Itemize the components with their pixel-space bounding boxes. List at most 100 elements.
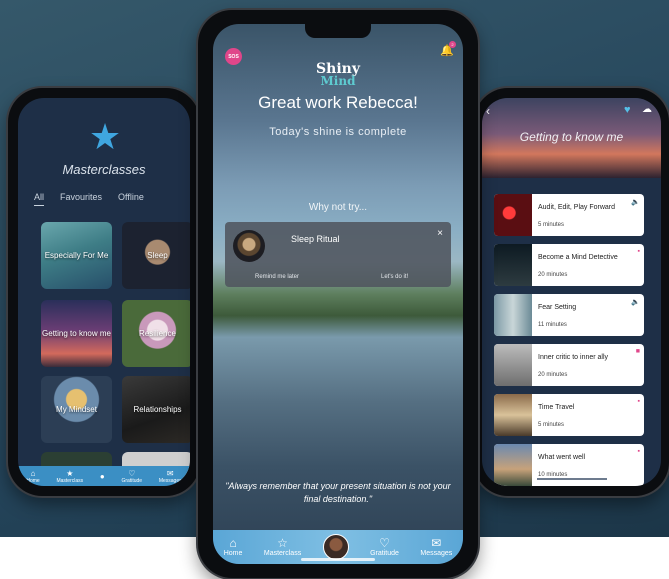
episode-thumbnail bbox=[494, 344, 532, 386]
close-icon[interactable]: × bbox=[437, 228, 443, 239]
document-icon: ▪ bbox=[637, 398, 640, 405]
filter-tabs: All Favourites Offline bbox=[34, 192, 184, 206]
nav-label: Masterclass bbox=[56, 477, 84, 484]
marketing-stage: ★ Masterclasses All Favourites Offline E… bbox=[0, 0, 669, 579]
card-title: Sleep Ritual bbox=[291, 234, 340, 244]
list-item[interactable]: Become a Mind Detective 20 minutes ▪ bbox=[494, 244, 644, 286]
home-screen: SOS 🔔 2 Shiny Mind Great work Rebecca! T… bbox=[213, 24, 463, 564]
remind-later-button[interactable]: Remind me later bbox=[255, 274, 299, 280]
episode-duration: 20 minutes bbox=[538, 272, 568, 278]
episode-title: Time Travel bbox=[538, 404, 575, 411]
episode-duration: 20 minutes bbox=[538, 372, 568, 378]
tile-label: Especially For Me bbox=[44, 251, 109, 260]
page-title: Getting to know me bbox=[519, 130, 624, 144]
card-thumbnail bbox=[233, 230, 265, 262]
episode-duration: 5 minutes bbox=[538, 222, 565, 228]
suggestion-card[interactable]: Sleep Ritual × Remind me later Let's do … bbox=[225, 222, 451, 287]
greeting-heading: Great work Rebecca! bbox=[258, 93, 418, 112]
avatar bbox=[322, 534, 349, 560]
list-item[interactable]: Fear Setting 11 minutes 🔈 bbox=[494, 294, 644, 336]
episode-title: Become a Mind Detective bbox=[538, 254, 618, 261]
heart-icon[interactable]: ♥ bbox=[624, 104, 631, 116]
episode-thumbnail bbox=[494, 444, 532, 486]
nav-home[interactable]: ⌂ Home bbox=[223, 536, 243, 558]
episode-thumbnail bbox=[494, 244, 532, 286]
nav-masterclass[interactable]: ☆ Masterclass bbox=[263, 536, 302, 558]
right-phone: ‹ ♥ ☁ Getting to know me Audit, Edit, Pl… bbox=[474, 88, 669, 496]
nav-label: Messages bbox=[420, 550, 453, 557]
suggestion-heading: Why not try... bbox=[308, 202, 368, 213]
tab-all[interactable]: All bbox=[34, 192, 45, 206]
heart-icon: ♡ bbox=[379, 536, 390, 550]
star-icon: ☆ bbox=[277, 536, 288, 550]
tile-label: Getting to know me bbox=[42, 329, 111, 338]
nav-label: Home bbox=[223, 550, 243, 557]
tile-especially-for-me[interactable]: Especially For Me bbox=[41, 222, 112, 289]
audio-icon: 🔈 bbox=[631, 199, 640, 206]
avatar: ● bbox=[99, 471, 105, 481]
tile-label: My Mindset bbox=[56, 405, 97, 414]
tab-offline[interactable]: Offline bbox=[118, 192, 144, 206]
tab-favourites[interactable]: Favourites bbox=[60, 192, 102, 206]
tile-relationships[interactable]: Relationships bbox=[122, 376, 190, 443]
nav-profile[interactable]: ● bbox=[100, 472, 105, 481]
audio-icon: 🔈 bbox=[631, 299, 640, 306]
episode-duration: 5 minutes bbox=[538, 422, 565, 428]
home-indicator bbox=[301, 558, 375, 561]
episode-title: Fear Setting bbox=[538, 304, 577, 311]
mail-icon: ✉ bbox=[166, 468, 174, 478]
tile-my-mindset[interactable]: My Mindset bbox=[41, 376, 112, 443]
tile-resilience[interactable]: Resilience bbox=[122, 300, 190, 367]
document-icon: ▪ bbox=[637, 448, 640, 455]
nav-label: Gratitude bbox=[370, 550, 399, 557]
home-icon: ⌂ bbox=[229, 536, 237, 550]
mail-icon: ✉ bbox=[431, 536, 442, 550]
nav-label: Home bbox=[26, 477, 40, 484]
nav-gratitude[interactable]: ♡ Gratitude bbox=[122, 469, 143, 484]
nav-masterclass[interactable]: ★ Masterclass bbox=[56, 469, 83, 484]
nav-label: Masterclass bbox=[263, 550, 302, 557]
video-icon: ■ bbox=[635, 348, 640, 355]
tile-label: Relationships bbox=[133, 405, 182, 414]
phone-notch bbox=[305, 24, 371, 38]
home-indicator bbox=[537, 478, 607, 480]
completion-subtext: Today's shine is complete bbox=[269, 126, 407, 138]
nav-label: Gratitude bbox=[121, 477, 143, 484]
home-icon: ⌂ bbox=[30, 468, 36, 478]
nav-profile[interactable] bbox=[322, 534, 349, 560]
back-icon[interactable]: ‹ bbox=[486, 104, 490, 118]
nav-label: Messages bbox=[158, 477, 182, 484]
episode-title: Inner critic to inner ally bbox=[538, 354, 609, 361]
download-icon[interactable]: ☁ bbox=[642, 104, 652, 115]
left-phone: ★ Masterclasses All Favourites Offline E… bbox=[8, 88, 200, 496]
lets-do-it-button[interactable]: Let's do it! bbox=[381, 274, 408, 280]
tile-label: Sleep bbox=[147, 251, 168, 260]
nav-messages[interactable]: ✉ Messages bbox=[159, 469, 182, 484]
episode-thumbnail bbox=[494, 194, 532, 236]
episode-title: Audit, Edit, Play Forward bbox=[538, 204, 616, 211]
logo-line-2: Mind bbox=[320, 74, 356, 88]
episode-thumbnail bbox=[494, 294, 532, 336]
star-icon: ★ bbox=[66, 468, 74, 478]
masterclasses-screen: ★ Masterclasses All Favourites Offline E… bbox=[18, 98, 190, 486]
tile-sleep[interactable]: Sleep bbox=[122, 222, 190, 289]
page-title: Masterclasses bbox=[62, 162, 146, 177]
star-icon: ★ bbox=[88, 116, 122, 157]
tile-label: Resilience bbox=[139, 329, 176, 338]
list-item[interactable]: Time Travel 5 minutes ▪ bbox=[494, 394, 644, 436]
document-icon: ▪ bbox=[637, 248, 640, 255]
nav-home[interactable]: ⌂ Home bbox=[26, 469, 39, 484]
list-item[interactable]: Audit, Edit, Play Forward 5 minutes 🔈 bbox=[494, 194, 644, 236]
course-detail-screen: ‹ ♥ ☁ Getting to know me Audit, Edit, Pl… bbox=[482, 98, 661, 486]
nav-messages[interactable]: ✉ Messages bbox=[420, 536, 453, 558]
heart-icon: ♡ bbox=[128, 468, 136, 478]
tile-getting-to-know-me[interactable]: Getting to know me bbox=[41, 300, 112, 367]
list-item[interactable]: Inner critic to inner ally 20 minutes ■ bbox=[494, 344, 644, 386]
notification-badge: 2 bbox=[449, 41, 456, 48]
episode-duration: 11 minutes bbox=[538, 322, 567, 328]
nav-gratitude[interactable]: ♡ Gratitude bbox=[370, 536, 399, 558]
episode-title: What went well bbox=[538, 454, 586, 461]
bottom-nav: ⌂ Home ★ Masterclass ● ♡ Gratitude ✉ Message… bbox=[18, 466, 190, 486]
quote-text: "Always remember that your present situa… bbox=[225, 481, 451, 504]
episode-thumbnail bbox=[494, 394, 532, 436]
